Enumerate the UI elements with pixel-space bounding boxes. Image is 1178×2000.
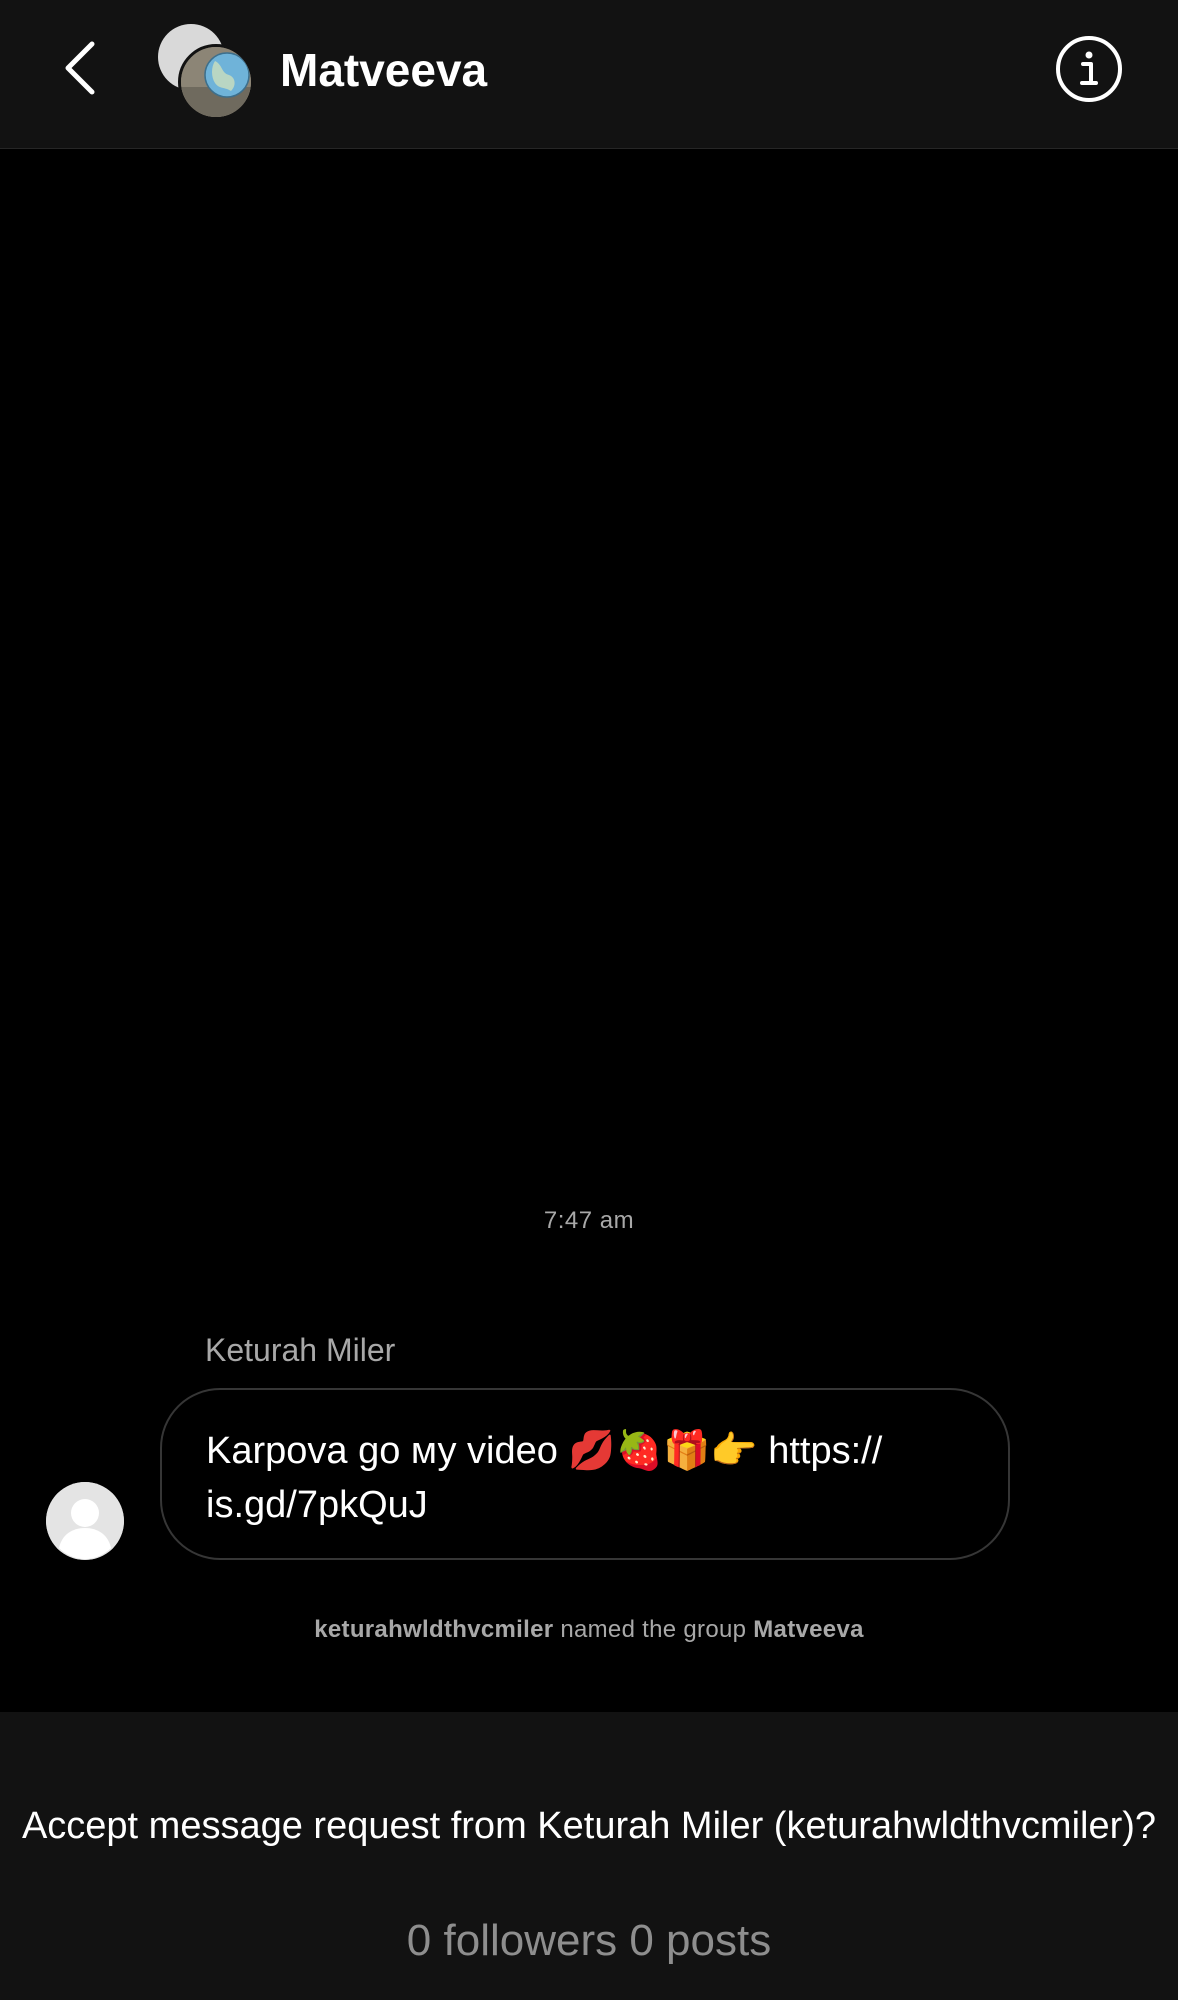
sender-avatar[interactable]	[46, 1482, 124, 1560]
chevron-left-icon	[65, 41, 95, 95]
system-group-name: Matveeva	[753, 1616, 864, 1643]
chat-title[interactable]: Matveeva	[280, 42, 487, 98]
chat-header: Matveeva	[0, 0, 1178, 149]
system-actor[interactable]: keturahwldthvcmiler	[314, 1616, 553, 1643]
message-timestamp: 7:47 am	[543, 1207, 635, 1234]
message-bubble[interactable]: Karpova go му video 💋🍓🎁👉 https:// is.gd/…	[160, 1388, 1010, 1560]
back-button[interactable]	[58, 38, 108, 98]
member-avatar-front	[178, 44, 254, 120]
group-avatar[interactable]	[158, 24, 254, 120]
request-stats: 0 followers 0 posts	[406, 1916, 772, 1965]
message-request-panel: Accept message request from Keturah Mile…	[0, 1712, 1178, 2000]
sender-name: Keturah Miler	[205, 1332, 396, 1368]
system-message: keturahwldthvcmiler named the group Matv…	[0, 1616, 1178, 1644]
info-button[interactable]	[1054, 34, 1124, 104]
message-text: Karpova go му video 💋🍓🎁👉 https:// is.gd/…	[206, 1430, 883, 1526]
default-avatar-icon	[46, 1482, 124, 1560]
globe-photo-icon	[181, 47, 251, 117]
info-icon	[1056, 36, 1122, 102]
system-action: named the group	[560, 1616, 747, 1643]
request-prompt: Accept message request from Keturah Mile…	[21, 1805, 1157, 1847]
